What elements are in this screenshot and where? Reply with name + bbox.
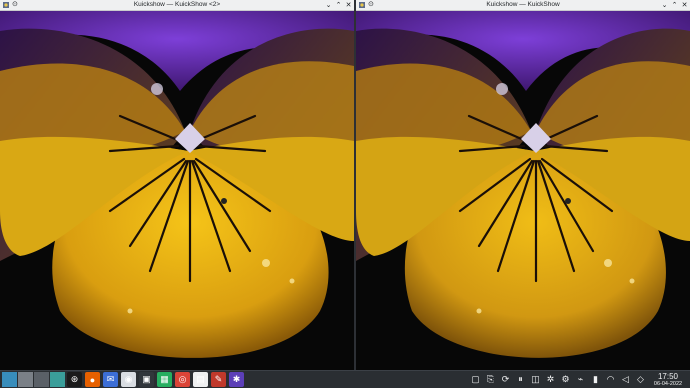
- paint-icon[interactable]: ✎: [211, 372, 226, 387]
- firefox-icon[interactable]: ●: [85, 372, 100, 387]
- terminal-icon[interactable]: ▣: [139, 372, 154, 387]
- pansy-photo[interactable]: [356, 11, 690, 370]
- kuickshow-window[interactable]: ⊙ Kuickshow — KuickShow ⌄ ⌃ ✕: [356, 0, 690, 370]
- window-title: Kuickshow — KuickShow <2>: [133, 1, 221, 8]
- desktop-4[interactable]: [50, 372, 65, 387]
- task-manager: ⊛ ● ✉ ◉ ▣ ▦ ◎ ▤ ✎ ✱: [67, 372, 244, 387]
- chrome-icon[interactable]: ◎: [175, 372, 190, 387]
- pansy-photo[interactable]: [0, 11, 354, 370]
- pin-icon[interactable]: ⊙: [12, 1, 18, 9]
- document-viewer-icon[interactable]: ▤: [193, 372, 208, 387]
- slack-icon[interactable]: ✲: [545, 373, 556, 386]
- maximize-button[interactable]: ⌃: [671, 2, 678, 9]
- kuickshow-window-2[interactable]: ⊙ Kuickshow — KuickShow <2> ⌄ ⌃ ✕: [0, 0, 354, 370]
- maximize-button[interactable]: ⌃: [335, 2, 342, 9]
- volume-icon[interactable]: ◁: [620, 373, 631, 386]
- image-viewer-icon[interactable]: ▦: [157, 372, 172, 387]
- usb-icon[interactable]: ⌁: [575, 373, 586, 386]
- minimize-button[interactable]: ⌄: [325, 2, 332, 9]
- virtual-desktop-pager[interactable]: [2, 372, 65, 387]
- notifications-icon[interactable]: ◇: [635, 373, 646, 386]
- updates-icon[interactable]: ⟳: [500, 373, 511, 386]
- wifi-icon[interactable]: ◠: [605, 373, 616, 386]
- clipboard-icon[interactable]: ⎘: [485, 373, 496, 386]
- system-tray: ▢ ⎘ ⟳ ⏸ ◫ ✲ ⚙ ⌁ ▮ ◠ ◁ ◇: [470, 373, 646, 386]
- window-titlebar[interactable]: ⊙ Kuickshow — KuickShow ⌄ ⌃ ✕: [356, 0, 690, 11]
- pause-icon[interactable]: ⏸: [515, 373, 526, 386]
- taskbar: ⊛ ● ✉ ◉ ▣ ▦ ◎ ▤ ✎ ✱ ▢ ⎘ ⟳ ⏸ ◫ ✲ ⚙ ⌁ ▮ ◠ ◁ ◇ 17:50 06-04-2022: [0, 370, 690, 388]
- window-titlebar[interactable]: ⊙ Kuickshow — KuickShow <2> ⌄ ⌃ ✕: [0, 0, 354, 11]
- desktop-3[interactable]: [34, 372, 49, 387]
- clock-date: 06-04-2022: [653, 381, 683, 387]
- kuickshow-app-icon: [3, 2, 9, 8]
- konsole-icon[interactable]: ⊛: [67, 372, 82, 387]
- kuickshow-app-icon: [359, 2, 365, 8]
- close-button[interactable]: ✕: [681, 2, 688, 9]
- desktop-1[interactable]: [2, 372, 17, 387]
- desktop-2[interactable]: [18, 372, 33, 387]
- digital-clock[interactable]: 17:50 06-04-2022: [649, 372, 687, 387]
- settings-icon[interactable]: ✱: [229, 372, 244, 387]
- show-desktop-icon[interactable]: ▢: [470, 373, 481, 386]
- close-button[interactable]: ✕: [345, 2, 352, 9]
- messenger-icon[interactable]: ◉: [121, 372, 136, 387]
- clock-time: 17:50: [657, 372, 679, 381]
- mail-client-icon[interactable]: ✉: [103, 372, 118, 387]
- media-icon[interactable]: ◫: [530, 373, 541, 386]
- window-title: Kuickshow — KuickShow: [486, 1, 560, 8]
- battery-icon[interactable]: ▮: [590, 373, 601, 386]
- tweak-icon[interactable]: ⚙: [560, 373, 571, 386]
- pin-icon[interactable]: ⊙: [368, 1, 374, 9]
- minimize-button[interactable]: ⌄: [661, 2, 668, 9]
